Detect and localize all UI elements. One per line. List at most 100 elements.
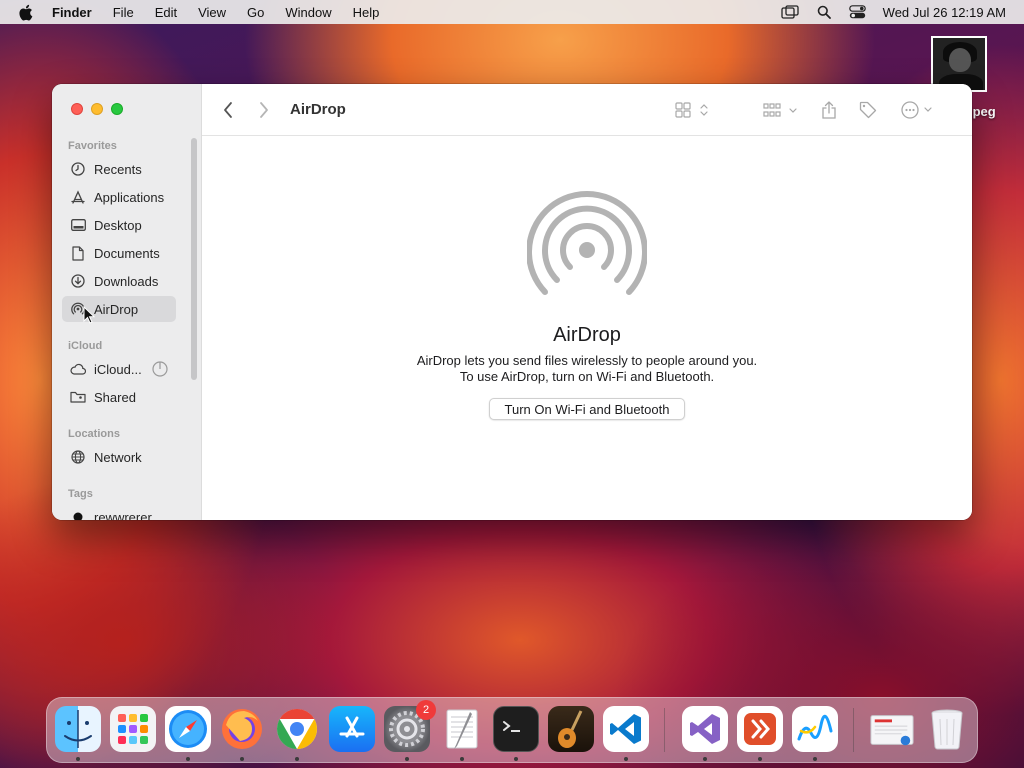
sidebar-item-shared[interactable]: Shared <box>62 384 176 410</box>
desktop-file-label: jpeg <box>969 104 996 119</box>
sidebar-item-downloads[interactable]: Downloads <box>62 268 176 294</box>
running-indicator <box>76 757 80 761</box>
dock-separator <box>853 708 854 752</box>
running-indicator <box>624 757 628 761</box>
document-icon <box>70 245 86 261</box>
sidebar-scrollbar[interactable] <box>191 138 197 380</box>
airdrop-description-line2: To use AirDrop, turn on Wi-Fi and Blueto… <box>459 369 715 384</box>
finder-window: Favorites Recents Applications Desktop D… <box>52 84 972 520</box>
shared-folder-icon <box>70 389 86 405</box>
dock-separator <box>664 708 665 752</box>
running-indicator <box>405 757 409 761</box>
running-indicator <box>703 757 707 761</box>
globe-icon <box>70 449 86 465</box>
sidebar-item-icloud-drive[interactable]: iCloud... <box>62 356 176 382</box>
menu-go[interactable]: Go <box>247 5 264 20</box>
close-button[interactable] <box>71 103 83 115</box>
running-indicator <box>240 757 244 761</box>
dock-system-settings-icon[interactable]: 2 <box>384 700 436 752</box>
more-actions-button[interactable] <box>900 100 936 120</box>
dock-visual-studio-icon[interactable] <box>682 706 728 752</box>
minimize-button[interactable] <box>91 103 103 115</box>
group-by-button[interactable] <box>762 100 800 120</box>
sidebar-item-label: iCloud... <box>94 361 142 377</box>
zoom-button[interactable] <box>111 103 123 115</box>
screen-mirroring-icon[interactable] <box>781 4 799 20</box>
mouse-cursor-icon <box>83 306 95 324</box>
sync-progress-icon <box>152 361 168 377</box>
menu-view[interactable]: View <box>198 5 226 20</box>
spotlight-search-icon[interactable] <box>815 4 833 20</box>
airdrop-description-line1: AirDrop lets you send files wirelessly t… <box>416 353 758 368</box>
menu-edit[interactable]: Edit <box>155 5 177 20</box>
control-center-icon[interactable] <box>849 4 867 20</box>
dock-terminal-icon[interactable] <box>493 706 539 752</box>
sidebar-item-label: Shared <box>94 389 136 405</box>
menu-help[interactable]: Help <box>353 5 380 20</box>
sidebar-item-label: Recents <box>94 161 142 177</box>
forward-button[interactable] <box>258 100 270 120</box>
dock-garageband-icon[interactable] <box>548 706 594 752</box>
sidebar-item-label: rewwrerer <box>94 509 152 521</box>
applications-icon <box>70 189 86 205</box>
sidebar-item-label: AirDrop <box>94 301 139 317</box>
airdrop-content: AirDrop AirDrop lets you send files wire… <box>202 136 972 520</box>
clock-icon <box>70 161 86 177</box>
window-controls <box>71 103 131 115</box>
finder-sidebar: Favorites Recents Applications Desktop D… <box>52 84 202 520</box>
menu-bar: Finder File Edit View Go Window Help Wed… <box>0 0 1024 24</box>
tag-dot-icon <box>70 509 86 520</box>
dock: 2 <box>46 697 978 763</box>
tag-button[interactable] <box>858 100 878 120</box>
menu-window[interactable]: Window <box>285 5 331 20</box>
download-icon <box>70 273 86 289</box>
dock-freeform-icon[interactable] <box>792 706 838 752</box>
sidebar-item-desktop[interactable]: Desktop <box>62 212 176 238</box>
running-indicator <box>758 757 762 761</box>
running-indicator <box>514 757 518 761</box>
dock-finder-icon[interactable] <box>55 706 101 752</box>
sidebar-item-applications[interactable]: Applications <box>62 184 176 210</box>
airdrop-description: AirDrop lets you send files wirelessly t… <box>202 353 972 385</box>
window-title: AirDrop <box>290 101 346 118</box>
dock-app-store-icon[interactable] <box>329 706 375 752</box>
cloud-icon <box>70 361 86 377</box>
dock-firefox-icon[interactable] <box>219 706 265 752</box>
menu-finder[interactable]: Finder <box>52 5 92 20</box>
sidebar-item-label: Documents <box>94 245 160 261</box>
sidebar-item-recents[interactable]: Recents <box>62 156 176 182</box>
view-mode-button[interactable] <box>674 100 710 120</box>
sidebar-item-label: Network <box>94 449 142 465</box>
sidebar-section-favorites: Favorites <box>68 140 117 152</box>
sidebar-section-tags: Tags <box>68 488 93 500</box>
dock-vscode-icon[interactable] <box>603 706 649 752</box>
sidebar-item-label: Downloads <box>94 273 159 289</box>
dock-textedit-icon[interactable] <box>439 706 485 752</box>
share-button[interactable] <box>820 100 838 120</box>
dock-preview-icon[interactable] <box>869 706 915 752</box>
menu-file[interactable]: File <box>113 5 134 20</box>
sidebar-item-airdrop[interactable]: AirDrop <box>62 296 176 322</box>
dock-trash-icon[interactable] <box>924 706 970 752</box>
back-button[interactable] <box>222 100 234 120</box>
apple-menu-icon[interactable] <box>18 3 34 21</box>
dock-remote-desktop-icon[interactable] <box>737 706 783 752</box>
sidebar-section-locations: Locations <box>68 428 120 440</box>
running-indicator <box>460 757 464 761</box>
sidebar-section-icloud: iCloud <box>68 340 103 352</box>
sidebar-item-network[interactable]: Network <box>62 444 176 470</box>
finder-toolbar: AirDrop <box>202 84 972 136</box>
dock-safari-icon[interactable] <box>165 706 211 752</box>
sidebar-item-documents[interactable]: Documents <box>62 240 176 266</box>
menu-bar-clock[interactable]: Wed Jul 26 12:19 AM <box>883 5 1006 20</box>
sidebar-item-tag[interactable]: rewwrerer <box>62 504 176 520</box>
dock-chrome-icon[interactable] <box>274 706 320 752</box>
dock-launchpad-icon[interactable] <box>110 706 156 752</box>
sidebar-item-label: Desktop <box>94 217 142 233</box>
sidebar-item-label: Applications <box>94 189 165 205</box>
desktop-icon <box>70 217 86 233</box>
airdrop-title: AirDrop <box>553 324 621 346</box>
running-indicator <box>186 757 190 761</box>
turn-on-wifi-bluetooth-button[interactable]: Turn On Wi-Fi and Bluetooth <box>489 398 685 420</box>
notification-badge: 2 <box>416 700 436 720</box>
